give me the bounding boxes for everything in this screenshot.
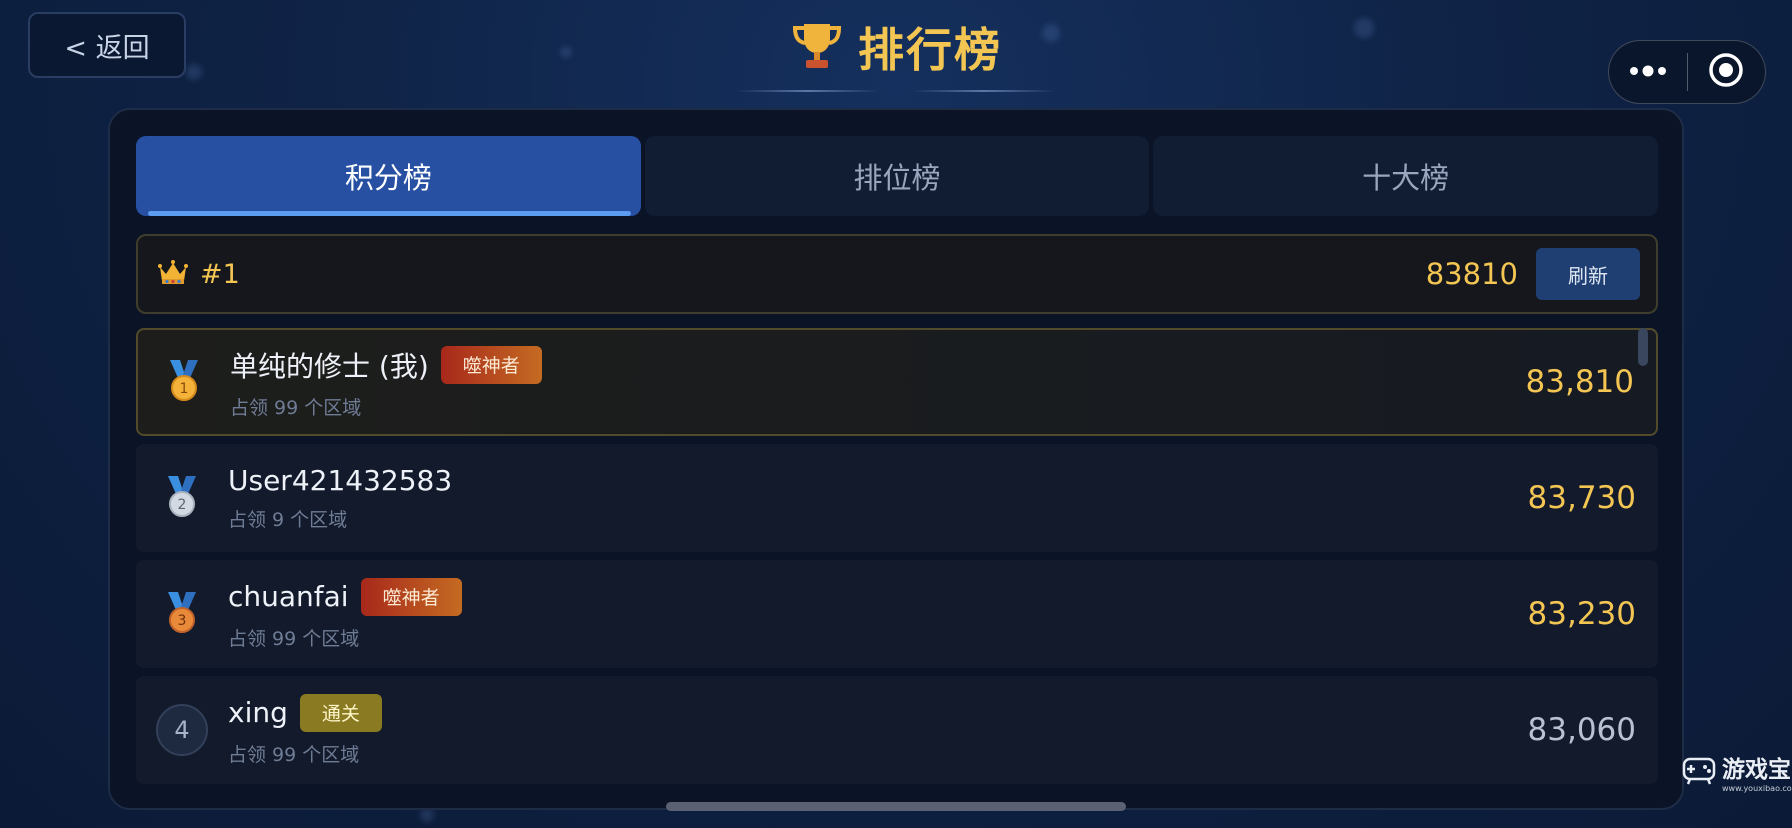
crown-icon xyxy=(158,259,188,289)
list-item[interactable]: 1 单纯的修士 (我) 噬神者 占领 99 个区域 83,810 xyxy=(136,328,1658,436)
more-dots-icon xyxy=(1628,63,1668,82)
player-info: User421432583 占领 9 个区域 xyxy=(228,464,452,532)
territory-count: 占领 99 个区域 xyxy=(228,627,360,650)
territory-count: 占领 99 个区域 xyxy=(230,396,362,419)
player-info: xing 通关 占领 99 个区域 xyxy=(228,693,382,767)
player-info: 单纯的修士 (我) 噬神者 占领 99 个区域 xyxy=(230,345,542,420)
leaderboard-tabs: 积分榜 排位榜 十大榜 xyxy=(136,136,1659,216)
watermark-text: 游戏宝 xyxy=(1722,757,1791,783)
tab-ranked[interactable]: 排位榜 xyxy=(644,136,1150,216)
player-name: 单纯的修士 (我) xyxy=(230,349,429,383)
svg-text:3: 3 xyxy=(178,613,187,629)
title-underline xyxy=(736,90,880,92)
active-tab-indicator xyxy=(148,211,631,216)
gamepad-logo-icon xyxy=(1682,755,1716,789)
list-item[interactable]: 2 User421432583 占领 9 个区域 83,730 xyxy=(136,444,1658,552)
player-name: chuanfai xyxy=(228,580,349,613)
rank-badge: 2 xyxy=(136,474,228,522)
gold-medal-icon: 1 xyxy=(164,358,204,406)
list-item[interactable]: 4 xing 通关 占领 99 个区域 83,060 xyxy=(136,676,1658,784)
home-indicator[interactable] xyxy=(666,802,1126,811)
player-name: xing xyxy=(228,696,288,729)
mini-program-capsule xyxy=(1608,40,1766,104)
site-watermark: 游戏宝 www.youxibao.com xyxy=(1682,750,1792,793)
list-item[interactable]: 3 chuanfai 噬神者 占领 99 个区域 83,230 xyxy=(136,560,1658,668)
title-text: 排行榜 xyxy=(858,23,1002,77)
my-score: 83810 xyxy=(1425,257,1518,291)
title-tag: 噬神者 xyxy=(440,345,542,384)
player-info: chuanfai 噬神者 占领 99 个区域 xyxy=(228,577,462,651)
leaderboard-list[interactable]: 1 单纯的修士 (我) 噬神者 占领 99 个区域 83,810 2 User4… xyxy=(136,328,1658,802)
title-underline xyxy=(912,90,1056,92)
background-light xyxy=(420,808,434,822)
watermark-url: www.youxibao.com xyxy=(1722,784,1792,793)
rank-badge: 1 xyxy=(138,358,230,406)
tab-points[interactable]: 积分榜 xyxy=(136,136,641,216)
rank-badge: 3 xyxy=(136,590,228,638)
list-scrollbar[interactable] xyxy=(1638,328,1648,366)
my-rank-text: #1 xyxy=(200,258,240,290)
svg-text:1: 1 xyxy=(180,381,189,397)
rank-number: 4 xyxy=(156,704,208,756)
player-name: User421432583 xyxy=(228,464,453,497)
player-score: 83,060 xyxy=(1527,712,1636,748)
page-title: 排行榜 xyxy=(0,14,1792,80)
target-circle-icon xyxy=(1708,52,1744,92)
rank-badge: 4 xyxy=(136,704,228,756)
silver-medal-icon: 2 xyxy=(162,474,202,522)
tab-label: 积分榜 xyxy=(344,161,432,195)
player-score: 83,230 xyxy=(1527,596,1636,632)
title-tag: 通关 xyxy=(299,693,382,732)
close-mini-program-button[interactable] xyxy=(1688,41,1766,103)
leaderboard-panel: 积分榜 排位榜 十大榜 #1 83810 刷新 1 单纯的修士 (我) 噬神者 … xyxy=(108,108,1684,810)
my-rank-bar: #1 83810 刷新 xyxy=(136,234,1658,314)
territory-count: 占领 99 个区域 xyxy=(228,743,360,766)
tab-label: 十大榜 xyxy=(1362,161,1450,195)
territory-count: 占领 9 个区域 xyxy=(228,509,348,531)
svg-text:2: 2 xyxy=(178,497,187,513)
player-score: 83,730 xyxy=(1527,480,1636,516)
tab-label: 排位榜 xyxy=(853,161,941,195)
title-tag: 噬神者 xyxy=(360,577,462,616)
trophy-icon xyxy=(790,18,844,76)
bronze-medal-icon: 3 xyxy=(162,590,202,638)
player-score: 83,810 xyxy=(1525,364,1634,400)
more-menu-button[interactable] xyxy=(1609,41,1687,103)
refresh-button[interactable]: 刷新 xyxy=(1536,248,1640,300)
tab-top-ten[interactable]: 十大榜 xyxy=(1153,136,1659,216)
